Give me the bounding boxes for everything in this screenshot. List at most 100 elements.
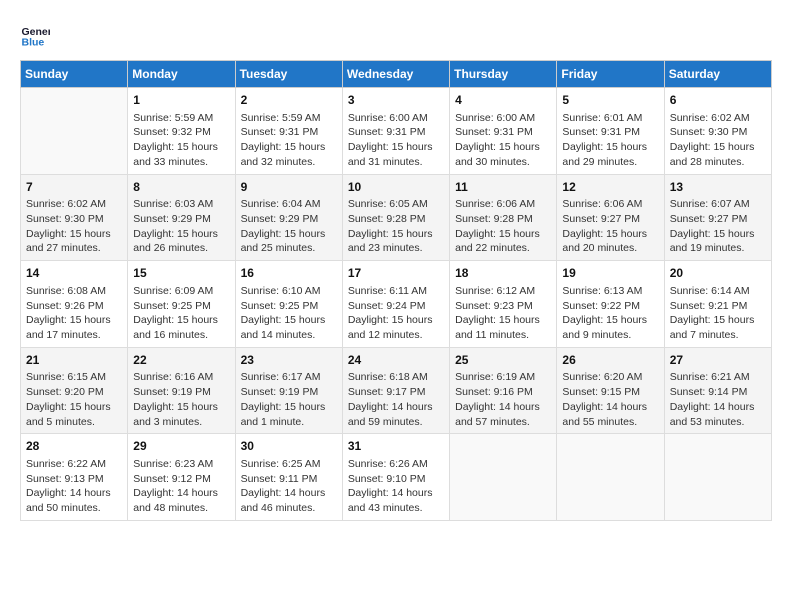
day-info: Sunrise: 6:08 AM Sunset: 9:26 PM Dayligh… (26, 284, 122, 343)
day-info: Sunrise: 6:15 AM Sunset: 9:20 PM Dayligh… (26, 370, 122, 429)
day-number: 31 (348, 438, 444, 455)
calendar-cell: 26Sunrise: 6:20 AM Sunset: 9:15 PM Dayli… (557, 347, 664, 434)
day-number: 24 (348, 352, 444, 369)
calendar-header: SundayMondayTuesdayWednesdayThursdayFrid… (21, 61, 772, 88)
day-info: Sunrise: 6:03 AM Sunset: 9:29 PM Dayligh… (133, 197, 229, 256)
calendar-cell: 15 Sunrise: 6:09 AM Sunset: 9:25 PM Dayli… (128, 261, 235, 348)
day-number: 3 (348, 92, 444, 109)
day-number: 5 (562, 92, 658, 109)
day-number: 19 (562, 265, 658, 282)
calendar-cell: 9Sunrise: 6:04 AM Sunset: 9:29 PM Daylig… (235, 174, 342, 261)
day-info: Sunrise: 6:04 AM Sunset: 9:29 PM Dayligh… (241, 197, 337, 256)
day-number: 18 (455, 265, 551, 282)
page-header: General Blue (20, 20, 772, 50)
day-info: Sunrise: 6:11 AM Sunset: 9:24 PM Dayligh… (348, 284, 444, 343)
calendar-cell: 5 Sunrise: 6:01 AM Sunset: 9:31 PM Daylig… (557, 88, 664, 175)
calendar-cell: 21Sunrise: 6:15 AM Sunset: 9:20 PM Dayli… (21, 347, 128, 434)
day-info: Sunrise: 6:00 AM Sunset: 9:31 PM Dayligh… (455, 111, 551, 170)
logo-icon: General Blue (20, 20, 50, 50)
day-number: 10 (348, 179, 444, 196)
day-number: 15 (133, 265, 229, 282)
header-cell-friday: Friday (557, 61, 664, 88)
day-number: 28 (26, 438, 122, 455)
calendar-week-1: 1 Sunrise: 5:59 AM Sunset: 9:32 PM Daylig… (21, 88, 772, 175)
calendar-cell: 4 Sunrise: 6:00 AM Sunset: 9:31 PM Daylig… (450, 88, 557, 175)
day-number: 17 (348, 265, 444, 282)
day-info: Sunrise: 6:14 AM Sunset: 9:21 PM Dayligh… (670, 284, 766, 343)
day-info: Sunrise: 5:59 AM Sunset: 9:32 PM Dayligh… (133, 111, 229, 170)
day-number: 26 (562, 352, 658, 369)
header-cell-monday: Monday (128, 61, 235, 88)
day-number: 9 (241, 179, 337, 196)
day-info: Sunrise: 6:26 AM Sunset: 9:10 PM Dayligh… (348, 457, 444, 516)
day-number: 13 (670, 179, 766, 196)
header-row: SundayMondayTuesdayWednesdayThursdayFrid… (21, 61, 772, 88)
calendar-cell (664, 434, 771, 521)
header-cell-thursday: Thursday (450, 61, 557, 88)
day-number: 12 (562, 179, 658, 196)
day-info: Sunrise: 6:23 AM Sunset: 9:12 PM Dayligh… (133, 457, 229, 516)
calendar-week-2: 7Sunrise: 6:02 AM Sunset: 9:30 PM Daylig… (21, 174, 772, 261)
day-number: 23 (241, 352, 337, 369)
day-info: Sunrise: 6:16 AM Sunset: 9:19 PM Dayligh… (133, 370, 229, 429)
calendar-cell (21, 88, 128, 175)
calendar-week-5: 28 Sunrise: 6:22 AM Sunset: 9:13 PM Dayli… (21, 434, 772, 521)
day-number: 2 (241, 92, 337, 109)
calendar-cell: 7Sunrise: 6:02 AM Sunset: 9:30 PM Daylig… (21, 174, 128, 261)
day-info: Sunrise: 6:18 AM Sunset: 9:17 PM Dayligh… (348, 370, 444, 429)
day-number: 8 (133, 179, 229, 196)
day-number: 6 (670, 92, 766, 109)
day-info: Sunrise: 6:09 AM Sunset: 9:25 PM Dayligh… (133, 284, 229, 343)
day-number: 14 (26, 265, 122, 282)
day-number: 27 (670, 352, 766, 369)
calendar-cell (557, 434, 664, 521)
calendar-cell: 2 Sunrise: 5:59 AM Sunset: 9:31 PM Daylig… (235, 88, 342, 175)
day-info: Sunrise: 6:07 AM Sunset: 9:27 PM Dayligh… (670, 197, 766, 256)
day-info: Sunrise: 6:17 AM Sunset: 9:19 PM Dayligh… (241, 370, 337, 429)
calendar-cell: 3 Sunrise: 6:00 AM Sunset: 9:31 PM Daylig… (342, 88, 449, 175)
day-number: 16 (241, 265, 337, 282)
day-number: 1 (133, 92, 229, 109)
day-info: Sunrise: 6:06 AM Sunset: 9:28 PM Dayligh… (455, 197, 551, 256)
logo: General Blue (20, 20, 54, 50)
day-number: 7 (26, 179, 122, 196)
calendar-cell: 8Sunrise: 6:03 AM Sunset: 9:29 PM Daylig… (128, 174, 235, 261)
day-info: Sunrise: 6:01 AM Sunset: 9:31 PM Dayligh… (562, 111, 658, 170)
day-info: Sunrise: 6:22 AM Sunset: 9:13 PM Dayligh… (26, 457, 122, 516)
calendar-cell: 30 Sunrise: 6:25 AM Sunset: 9:11 PM Dayli… (235, 434, 342, 521)
calendar-cell: 24Sunrise: 6:18 AM Sunset: 9:17 PM Dayli… (342, 347, 449, 434)
day-info: Sunrise: 6:13 AM Sunset: 9:22 PM Dayligh… (562, 284, 658, 343)
header-cell-sunday: Sunday (21, 61, 128, 88)
day-number: 30 (241, 438, 337, 455)
day-number: 4 (455, 92, 551, 109)
day-info: Sunrise: 6:25 AM Sunset: 9:11 PM Dayligh… (241, 457, 337, 516)
calendar-cell: 12Sunrise: 6:06 AM Sunset: 9:27 PM Dayli… (557, 174, 664, 261)
day-info: Sunrise: 6:06 AM Sunset: 9:27 PM Dayligh… (562, 197, 658, 256)
calendar-cell: 23Sunrise: 6:17 AM Sunset: 9:19 PM Dayli… (235, 347, 342, 434)
calendar-cell: 1 Sunrise: 5:59 AM Sunset: 9:32 PM Daylig… (128, 88, 235, 175)
day-info: Sunrise: 5:59 AM Sunset: 9:31 PM Dayligh… (241, 111, 337, 170)
header-cell-wednesday: Wednesday (342, 61, 449, 88)
calendar-cell: 19 Sunrise: 6:13 AM Sunset: 9:22 PM Dayli… (557, 261, 664, 348)
calendar-table: SundayMondayTuesdayWednesdayThursdayFrid… (20, 60, 772, 521)
day-info: Sunrise: 6:00 AM Sunset: 9:31 PM Dayligh… (348, 111, 444, 170)
day-number: 21 (26, 352, 122, 369)
day-info: Sunrise: 6:02 AM Sunset: 9:30 PM Dayligh… (26, 197, 122, 256)
calendar-cell: 20Sunrise: 6:14 AM Sunset: 9:21 PM Dayli… (664, 261, 771, 348)
calendar-cell: 31 Sunrise: 6:26 AM Sunset: 9:10 PM Dayli… (342, 434, 449, 521)
header-cell-saturday: Saturday (664, 61, 771, 88)
calendar-cell: 16 Sunrise: 6:10 AM Sunset: 9:25 PM Dayli… (235, 261, 342, 348)
day-number: 25 (455, 352, 551, 369)
calendar-cell: 13Sunrise: 6:07 AM Sunset: 9:27 PM Dayli… (664, 174, 771, 261)
calendar-cell: 14 Sunrise: 6:08 AM Sunset: 9:26 PM Dayli… (21, 261, 128, 348)
calendar-cell: 6Sunrise: 6:02 AM Sunset: 9:30 PM Daylig… (664, 88, 771, 175)
day-info: Sunrise: 6:21 AM Sunset: 9:14 PM Dayligh… (670, 370, 766, 429)
calendar-week-4: 21Sunrise: 6:15 AM Sunset: 9:20 PM Dayli… (21, 347, 772, 434)
day-number: 11 (455, 179, 551, 196)
svg-text:Blue: Blue (22, 37, 45, 49)
calendar-cell: 18Sunrise: 6:12 AM Sunset: 9:23 PM Dayli… (450, 261, 557, 348)
day-info: Sunrise: 6:10 AM Sunset: 9:25 PM Dayligh… (241, 284, 337, 343)
day-info: Sunrise: 6:05 AM Sunset: 9:28 PM Dayligh… (348, 197, 444, 256)
header-cell-tuesday: Tuesday (235, 61, 342, 88)
day-info: Sunrise: 6:20 AM Sunset: 9:15 PM Dayligh… (562, 370, 658, 429)
